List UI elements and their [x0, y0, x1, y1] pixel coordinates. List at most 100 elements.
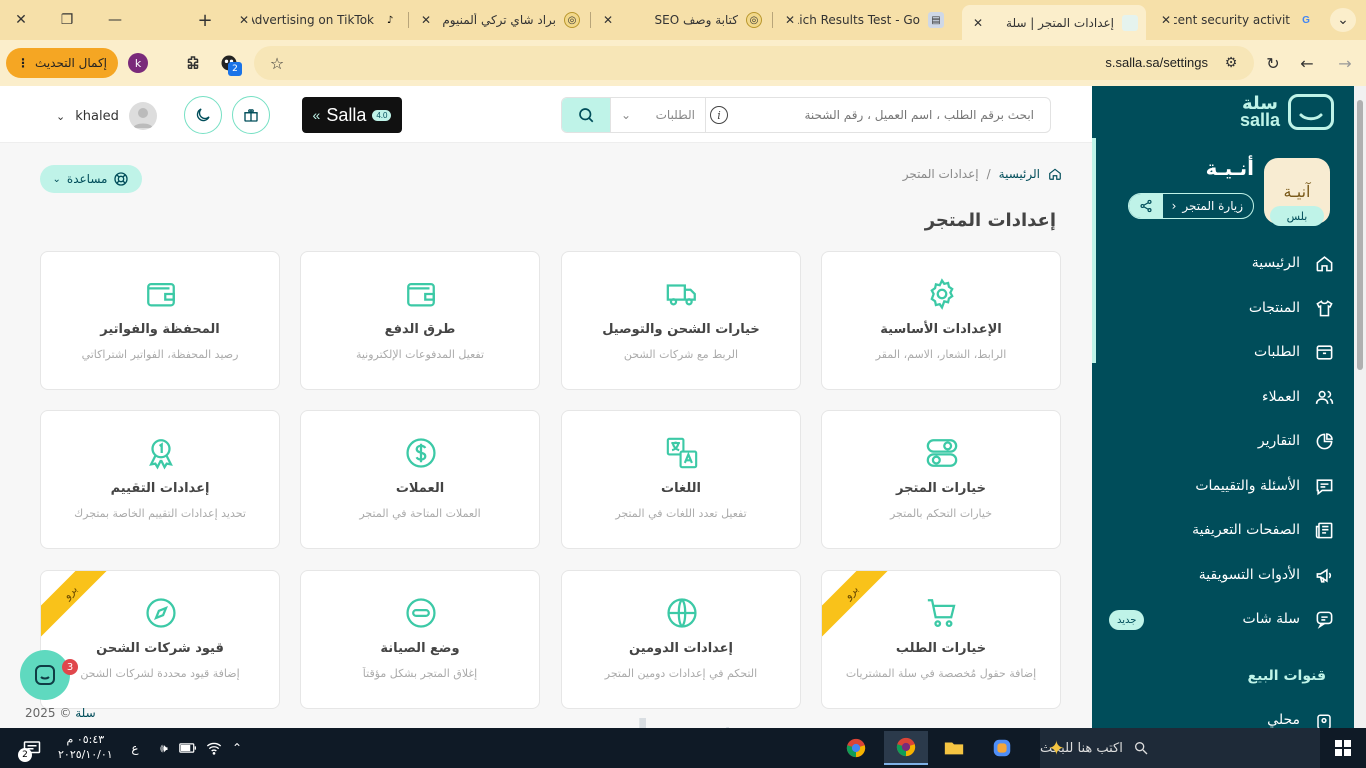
gift-button[interactable]	[232, 96, 270, 134]
settings-card[interactable]: إعدادات التقييم تحديد إعدادات التقييم ال…	[40, 410, 280, 549]
sidebar-item[interactable]: التقارير	[1109, 426, 1334, 456]
support-chat-button[interactable]	[20, 650, 70, 700]
settings-card[interactable]: قيود شركات الشحن إضافة قيود محددة لشركات…	[40, 570, 280, 709]
settings-card[interactable]: العملات العملات المتاحة في المتجر	[300, 410, 540, 549]
chevron-down-icon: ⌄	[52, 173, 61, 185]
newspaper-icon	[1314, 520, 1334, 540]
tiktok-icon: ♪	[386, 14, 394, 26]
browser-tab-strip: ✕ ❐ — + ♪ Advertising on TikTok ✕ ◎ براد…	[0, 0, 1366, 40]
update-button[interactable]: إكمال التحديث ⋮	[6, 48, 118, 78]
sidebar-item[interactable]: الصفحات التعريفية	[1109, 515, 1334, 545]
back-arrow-icon[interactable]: ←	[1296, 52, 1318, 74]
sidebar-item[interactable]: الأدوات التسويقية	[1109, 560, 1334, 590]
settings-card[interactable]: خيارات المتجر خيارات التحكم بالمتجر	[821, 410, 1061, 549]
speaker-icon[interactable]: 🕪	[154, 728, 174, 768]
tab-tea-pot[interactable]: ◎ براد شاي تركي ألمنيوم ✕	[410, 5, 588, 35]
settings-card[interactable]: طرق الدفع تفعيل المدفوعات الإلكترونية	[300, 251, 540, 390]
bookmark-star-icon[interactable]: ☆	[266, 52, 288, 74]
new-tab-icon[interactable]: +	[192, 8, 218, 32]
wifi-icon[interactable]	[204, 728, 224, 768]
award-icon	[141, 433, 181, 473]
breadcrumb-home-link[interactable]: الرئيسية	[999, 167, 1040, 181]
help-button[interactable]: مساعدة ⌄	[40, 165, 142, 193]
salla-logo-icon	[1288, 94, 1334, 130]
extensions-icon[interactable]	[182, 52, 204, 74]
visit-store-label: زيارة المتجر	[1182, 199, 1243, 213]
settings-card[interactable]: خيارات الشحن والتوصيل الربط مع شركات الش…	[561, 251, 801, 390]
show-hidden-icons[interactable]: ⌃	[228, 728, 246, 768]
search-icon	[579, 108, 594, 123]
search-button[interactable]	[562, 98, 610, 132]
taskbar-clock[interactable]: ٠٥:٤٣ م ٢٠٢٥/١٠/٠١	[58, 732, 113, 762]
close-tab-icon[interactable]: ✕	[782, 13, 798, 27]
sidebar-item[interactable]: سلة شات جديد	[1109, 604, 1334, 634]
tab-rich-results[interactable]: ▤ Rich Results Test - Go ✕	[774, 5, 952, 35]
dark-mode-button[interactable]	[184, 96, 222, 134]
map-pin-icon	[1314, 712, 1334, 728]
scrollbar-thumb[interactable]	[1357, 100, 1363, 370]
site-settings-icon[interactable]: ⚙	[1220, 52, 1242, 74]
close-tab-icon[interactable]: ✕	[1158, 13, 1174, 27]
settings-card-title: إعدادات الدومين	[629, 641, 733, 656]
settings-card[interactable]: المحفظة والفواتير رصيد المحفظة، الفواتير…	[40, 251, 280, 390]
extension-manager-icon[interactable]: 2	[218, 52, 242, 76]
breadcrumb-separator: /	[986, 167, 991, 181]
tab-salla-settings[interactable]: إعدادات المتجر | سلة ✕	[962, 5, 1146, 40]
settings-card[interactable]: إعدادات الدومين التحكم في إعدادات دومين …	[561, 570, 801, 709]
sidebar-item[interactable]: العملاء	[1109, 382, 1334, 412]
sidebar-item-local[interactable]: محلي	[1109, 712, 1334, 728]
taskbar-search[interactable]: اكتب هنا للبحث ✦	[1040, 728, 1320, 768]
settings-card[interactable]: خيارات الطلب إضافة حقول مُخصصة في سلة ال…	[821, 570, 1061, 709]
truck-icon	[662, 274, 702, 314]
footer-year: © 2025	[25, 706, 72, 720]
page-scrollbar[interactable]	[1354, 86, 1366, 728]
share-store-button[interactable]	[1129, 194, 1163, 218]
taskbar-file-explorer[interactable]	[932, 731, 976, 765]
info-icon[interactable]: i	[710, 106, 728, 124]
share-icon	[1140, 199, 1152, 213]
restore-window-icon[interactable]: ❐	[54, 8, 80, 32]
tab-tiktok[interactable]: ♪ Advertising on TikTok ✕	[228, 5, 406, 35]
close-tab-icon[interactable]: ✕	[418, 13, 434, 27]
search-input[interactable]	[704, 98, 1050, 132]
salla-logo[interactable]: سلة salla	[1240, 94, 1334, 130]
close-tab-icon[interactable]: ✕	[970, 16, 986, 30]
minimize-window-icon[interactable]: —	[102, 8, 128, 32]
sidebar-item[interactable]: الطلبات	[1109, 337, 1334, 367]
footer-brand[interactable]: سلة	[75, 706, 95, 720]
address-bar[interactable]: ☆ s.salla.sa/settings ⚙	[254, 46, 1254, 80]
search-scope-select[interactable]: الطلبات ⌄	[610, 98, 706, 132]
close-window-icon[interactable]: ✕	[8, 8, 34, 32]
profile-avatar[interactable]: k	[128, 53, 148, 73]
sidebar-item[interactable]: المنتجات	[1109, 293, 1334, 323]
tab-seo[interactable]: ◎ كتابة وصف SEO ✕	[592, 5, 770, 35]
settings-card[interactable]: اللغات تفعيل تعدد اللغات في المتجر	[561, 410, 801, 549]
sidebar-item[interactable]: الأسئلة والتقييمات	[1109, 471, 1334, 501]
input-language[interactable]: ع	[124, 728, 146, 768]
user-menu[interactable]: ⌄ khaled	[56, 102, 157, 130]
reload-icon[interactable]: ↻	[1262, 52, 1284, 74]
taskbar-chrome-profile-k[interactable]	[884, 731, 928, 765]
notification-center-icon[interactable]: 2	[16, 728, 48, 768]
visit-store-button[interactable]: زيارة المتجر ‹	[1128, 193, 1254, 219]
windows-start-button[interactable]	[1320, 728, 1366, 768]
settings-card[interactable]: الإعدادات الأساسية الرابط، الشعار، الاسم…	[821, 251, 1061, 390]
taskbar-copilot-app[interactable]	[980, 731, 1024, 765]
message-icon	[1314, 476, 1334, 496]
close-tab-icon[interactable]: ✕	[236, 13, 252, 27]
tab-security[interactable]: G Recent security activit ✕	[1150, 5, 1322, 35]
battery-icon[interactable]	[178, 728, 198, 768]
taskbar-chrome[interactable]	[834, 731, 878, 765]
forward-arrow-icon[interactable]: →	[1334, 52, 1356, 74]
tab-search-chevron-icon[interactable]: ⌄	[1330, 8, 1356, 32]
help-label: مساعدة	[66, 172, 108, 186]
globe-icon	[662, 593, 702, 633]
settings-card-description: تفعيل تعدد اللغات في المتجر	[615, 507, 747, 520]
settings-card[interactable]: وضع الصيانة إغلاق المتجر بشكل مؤقتاً	[300, 570, 540, 709]
sidebar-item[interactable]: الرئيسية	[1109, 248, 1334, 278]
sidebar: سلة salla آنيـة بلس أنـيـة زيارة المتجر …	[1092, 86, 1354, 728]
salla-version-badge[interactable]: « Salla 4.0	[302, 97, 402, 133]
settings-card-description: إضافة حقول مُخصصة في سلة المشتريات	[845, 667, 1037, 680]
close-tab-icon[interactable]: ✕	[600, 13, 616, 27]
new-badge: جديد	[1109, 610, 1145, 630]
